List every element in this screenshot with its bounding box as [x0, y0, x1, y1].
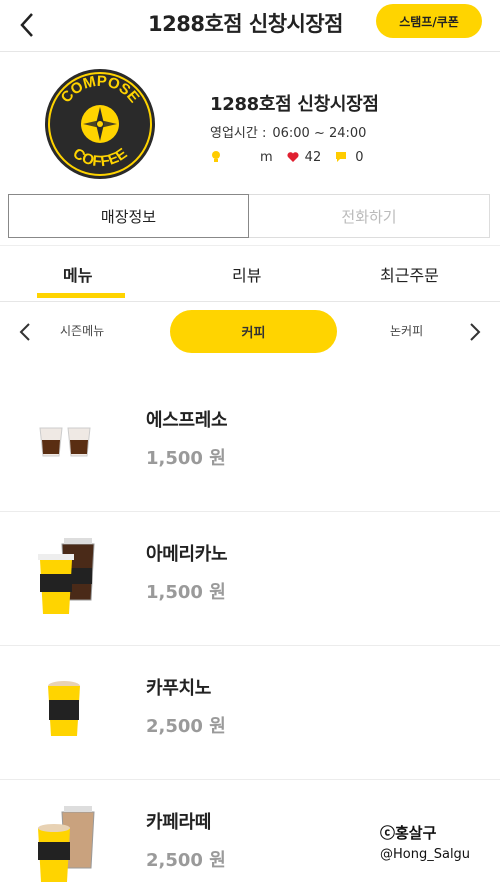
- menu-item[interactable]: 아메리카노 1,500 원: [0, 512, 500, 646]
- heart-icon: [287, 152, 299, 162]
- category-coffee[interactable]: 커피: [170, 310, 337, 353]
- menu-price: 2,500 원: [146, 716, 226, 737]
- tab-recent-orders[interactable]: 최근주문: [380, 262, 439, 286]
- store-name: 1288호점 신창시장점: [210, 94, 379, 115]
- page-title: 1288호점 신창시장점: [148, 12, 344, 36]
- menu-price: 2,500 원: [146, 850, 226, 871]
- category-non-coffee[interactable]: 논커피: [390, 322, 423, 339]
- cappuccino-image: [48, 681, 80, 736]
- cafe-latte-image: [38, 806, 95, 882]
- stamp-coupon-button[interactable]: 스탬프/쿠폰: [376, 4, 482, 38]
- menu-price: 1,500 원: [146, 582, 226, 603]
- menu-name: 에스프레소: [146, 410, 228, 431]
- like-count: 42: [304, 149, 322, 165]
- tab-review[interactable]: 리뷰: [232, 262, 261, 286]
- active-tab-indicator: [37, 293, 125, 298]
- menu-price: 1,500 원: [146, 448, 226, 469]
- menu-item[interactable]: 에스프레소 1,500 원: [0, 378, 500, 512]
- tab-store-info[interactable]: 매장정보: [8, 194, 249, 238]
- watermark-copyright: ⓒ홍살구: [380, 824, 437, 842]
- tab-menu[interactable]: 메뉴: [63, 262, 92, 286]
- hours-value: 06:00 ~ 24:00: [272, 126, 367, 141]
- menu-name: 카푸치노: [146, 678, 212, 699]
- store-info: COMPOSE COFFEE 1288호점 신창시장점 영업시간 : 06:00 …: [0, 52, 500, 192]
- distance-unit: m: [260, 149, 273, 165]
- hours-label: 영업시간 :: [210, 126, 267, 141]
- category-season-menu[interactable]: 시즌메뉴: [60, 322, 104, 339]
- menu-name: 아메리카노: [146, 544, 228, 565]
- app-header: 1288호점 신창시장점 스탬프/쿠폰: [0, 0, 500, 52]
- watermark-handle: @Hong_Salgu: [380, 847, 471, 862]
- business-hours: 영업시간 : 06:00 ~ 24:00: [210, 122, 366, 141]
- store-stats: m 42 0: [210, 148, 364, 166]
- menu-item[interactable]: 카푸치노 2,500 원: [0, 646, 500, 780]
- chevron-left-icon[interactable]: [14, 320, 36, 344]
- category-bar: 시즌메뉴 커피 논커피: [0, 302, 500, 362]
- chat-bubble-icon: [336, 152, 347, 162]
- espresso-image: [39, 427, 91, 457]
- main-tabs: 메뉴 리뷰 최근주문: [0, 246, 500, 302]
- review-count: 0: [355, 149, 364, 165]
- lightbulb-icon: [212, 151, 220, 162]
- chevron-right-icon[interactable]: [464, 320, 486, 344]
- store-action-tabs: 매장정보 전화하기: [8, 194, 490, 238]
- compose-coffee-logo: COMPOSE COFFEE: [45, 69, 155, 179]
- watermark: ⓒ홍살구 @Hong_Salgu: [380, 822, 470, 866]
- back-arrow-icon[interactable]: [12, 10, 42, 40]
- tab-call[interactable]: 전화하기: [249, 194, 490, 238]
- menu-name: 카페라떼: [146, 812, 212, 833]
- americano-image: [38, 538, 95, 614]
